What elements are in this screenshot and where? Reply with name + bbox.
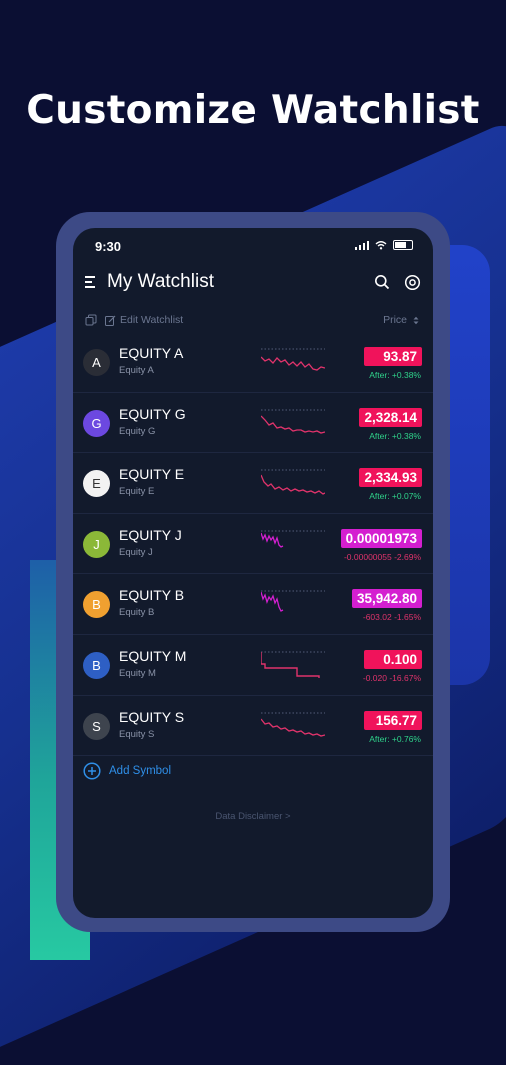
watchlist-row[interactable]: A EQUITY A Equity A 93.87 After: +0.38% [73,332,433,393]
avatar: B [83,591,110,619]
wifi-icon [375,241,387,250]
sparkline-chart [261,712,325,737]
avatar: A [83,349,110,376]
price-badge: 0.00001973 [340,528,422,548]
price-badge: 2,334.93 [359,468,422,488]
symbol-name: EQUITY J [119,526,182,543]
symbol-subtitle: Equity A [119,365,154,376]
watchlist-toolbar: Edit Watchlist Price [85,312,421,328]
watchlist-row[interactable]: E EQUITY E Equity E 2,334.93 After: +0.0… [73,453,433,514]
watchlist-row[interactable]: J EQUITY J Equity J 0.00001973 -0.000000… [73,514,433,575]
status-icons [354,240,413,250]
sparkline-chart [261,348,325,371]
sparkline-chart [261,590,325,613]
symbol-name: EQUITY B [119,587,185,604]
battery-icon [393,240,413,250]
sparkline-chart [261,530,325,548]
price-badge: 156.77 [364,710,422,730]
settings-icon[interactable] [404,274,421,291]
edit-watchlist-label: Edit Watchlist [120,314,184,326]
symbol-name: EQUITY G [119,405,186,422]
menu-icon[interactable] [85,276,97,288]
sparkline-chart [261,409,325,434]
symbol-name: EQUITY E [119,466,185,483]
price-badge: 93.87 [364,347,422,366]
watchlist-row[interactable]: B EQUITY M Equity M 0.100 -0.020 -16.67% [73,635,433,696]
avatar: G [83,409,110,437]
search-icon[interactable] [374,274,390,290]
sparkline-chart [261,651,325,678]
copy-icon[interactable] [85,314,97,326]
price-change: -0.020 -16.67% [362,672,421,683]
data-disclaimer-link[interactable]: Data Disclaimer > [73,811,433,822]
symbol-subtitle: Equity E [119,486,155,498]
headline: Customize Watchlist [26,88,480,133]
price-change: After: +0.38% [369,430,421,441]
add-symbol-button[interactable]: Add Symbol [83,762,171,780]
watchlist-row[interactable]: B EQUITY B Equity B 35,942.80 -603.02 -1… [73,574,433,635]
watchlist-title[interactable]: My Watchlist [107,271,214,293]
price-badge: 0.100 [364,649,422,669]
watchlist-row[interactable]: S EQUITY S Equity S 156.77 After: +0.76% [73,696,433,757]
price-label: Price [383,314,407,326]
edit-icon [105,315,116,326]
watchlist-row[interactable]: G EQUITY G Equity G 2,328.14 After: +0.3… [73,393,433,454]
symbol-subtitle: Equity M [119,667,156,679]
price-change: After: +0.07% [369,491,421,502]
add-circle-icon [83,762,101,780]
status-time: 9:30 [95,239,122,254]
price-sort-button[interactable]: Price [383,314,419,326]
symbol-name: EQUITY M [119,647,187,664]
sort-icon [413,316,419,324]
price-change: -603.02 -1.65% [362,612,421,623]
symbol-subtitle: Equity S [119,728,155,740]
symbol-subtitle: Equity G [119,425,156,437]
symbol-subtitle: Equity B [119,607,155,619]
symbol-name: EQUITY A [119,345,184,361]
watchlist-list: A EQUITY A Equity A 93.87 After: +0.38% … [73,332,433,757]
symbol-subtitle: Equity J [119,546,153,558]
price-change: -0.00000055 -2.69% [343,551,421,562]
symbol-name: EQUITY S [119,708,185,725]
avatar: E [83,470,110,498]
status-bar: 9:30 [95,238,413,256]
sparkline-chart [261,469,325,495]
price-change: After: +0.76% [369,733,421,744]
app-header: My Watchlist [85,268,421,296]
price-change: After: +0.38% [369,370,421,380]
edit-watchlist-button[interactable]: Edit Watchlist [105,314,183,326]
avatar: B [83,651,110,679]
phone-screen: 9:30 My Watchlist Edit Watchlist Price A… [73,228,433,918]
avatar: S [83,712,110,740]
add-symbol-label: Add Symbol [109,765,172,777]
signal-icon [354,240,369,250]
price-badge: 35,942.80 [351,589,422,609]
avatar: J [83,530,110,558]
price-badge: 2,328.14 [359,407,422,427]
